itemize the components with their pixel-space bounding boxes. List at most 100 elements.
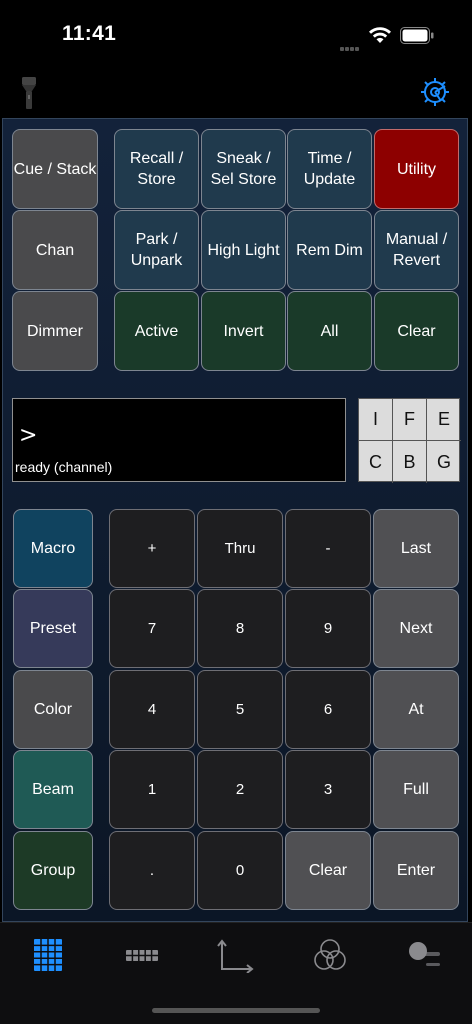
- manual-revert-button[interactable]: Manual / Revert: [374, 210, 459, 290]
- key-8[interactable]: 8: [197, 589, 283, 668]
- command-prompt: >: [19, 423, 38, 448]
- selector-c[interactable]: C: [359, 441, 393, 483]
- plus-key[interactable]: +: [109, 509, 195, 588]
- selector-f[interactable]: F: [393, 399, 427, 441]
- home-indicator: [152, 1008, 320, 1013]
- key-5[interactable]: 5: [197, 670, 283, 749]
- key-6[interactable]: 6: [285, 670, 371, 749]
- clear-key[interactable]: Clear: [285, 831, 371, 910]
- key-0-label: 0: [235, 862, 245, 879]
- rem-dim-label: Rem Dim: [296, 241, 363, 259]
- toggle-icon[interactable]: [404, 937, 444, 973]
- dot-key[interactable]: .: [109, 831, 195, 910]
- toolbar: [0, 70, 472, 116]
- minus-key[interactable]: -: [285, 509, 371, 588]
- color-circles-icon[interactable]: [310, 937, 350, 973]
- chan-button[interactable]: Chan: [12, 210, 98, 290]
- key-2-label: 2: [235, 781, 245, 798]
- wifi-icon: [369, 27, 391, 43]
- command-status: ready (channel): [15, 459, 113, 475]
- utility-button[interactable]: Utility: [374, 129, 459, 209]
- manual-revert-label: Manual / Revert: [385, 231, 448, 269]
- thru-key[interactable]: Thru: [197, 509, 283, 588]
- key-9[interactable]: 9: [285, 589, 371, 668]
- beam-button[interactable]: Beam: [13, 750, 93, 829]
- key-6-label: 6: [323, 701, 333, 718]
- status-time: 11:41: [62, 22, 117, 45]
- flashlight-icon[interactable]: [20, 76, 38, 110]
- clear-selection-label: Clear: [397, 322, 436, 340]
- time-update-button[interactable]: Time / Update: [287, 129, 372, 209]
- preset-label: Preset: [29, 620, 77, 637]
- invert-button[interactable]: Invert: [201, 291, 286, 371]
- cue-stack-label: Cue / Stack: [13, 160, 97, 178]
- minus-label: -: [325, 540, 331, 557]
- recall-store-label: Recall / Store: [129, 150, 184, 188]
- rem-dim-button[interactable]: Rem Dim: [287, 210, 372, 290]
- time-update-label: Time / Update: [303, 150, 356, 188]
- selector-b[interactable]: B: [393, 441, 427, 483]
- full-label: Full: [403, 781, 429, 798]
- sneak-sel-store-button[interactable]: Sneak / Sel Store: [201, 129, 286, 209]
- selector-grid: I F E C B G: [358, 398, 461, 483]
- high-light-label: High Light: [207, 241, 280, 259]
- full-key[interactable]: Full: [373, 750, 459, 829]
- dimmer-button[interactable]: Dimmer: [12, 291, 98, 371]
- utility-label: Utility: [396, 160, 437, 178]
- enter-label: Enter: [396, 862, 436, 879]
- dimmer-label: Dimmer: [27, 322, 83, 340]
- beam-label: Beam: [32, 781, 74, 798]
- macro-label: Macro: [30, 540, 76, 557]
- recall-store-button[interactable]: Recall / Store: [114, 129, 199, 209]
- clear-key-label: Clear: [308, 862, 348, 879]
- grid-icon[interactable]: [28, 937, 68, 973]
- axes-icon[interactable]: [216, 937, 256, 973]
- at-key[interactable]: At: [373, 670, 459, 749]
- key-5-label: 5: [235, 701, 245, 718]
- fader-bank-icon[interactable]: [122, 937, 162, 973]
- park-unpark-label: Park / Unpark: [130, 231, 183, 269]
- key-0[interactable]: 0: [197, 831, 283, 910]
- preset-button[interactable]: Preset: [13, 589, 93, 668]
- key-3-label: 3: [323, 781, 333, 798]
- group-label: Group: [30, 862, 76, 879]
- group-button[interactable]: Group: [13, 831, 93, 910]
- sneak-sel-store-label: Sneak / Sel Store: [210, 150, 277, 188]
- park-unpark-button[interactable]: Park / Unpark: [114, 210, 199, 290]
- key-7-label: 7: [147, 620, 157, 637]
- all-button[interactable]: All: [287, 291, 372, 371]
- key-8-label: 8: [235, 620, 245, 637]
- at-label: At: [408, 701, 424, 718]
- clear-selection-button[interactable]: Clear: [374, 291, 459, 371]
- next-label: Next: [399, 620, 433, 637]
- command-line-display: > ready (channel): [12, 398, 346, 482]
- active-button[interactable]: Active: [114, 291, 199, 371]
- key-1-label: 1: [147, 781, 157, 798]
- key-3[interactable]: 3: [285, 750, 371, 829]
- key-4-label: 4: [147, 701, 157, 718]
- cellular-signal-icon: [340, 38, 362, 51]
- enter-key[interactable]: Enter: [373, 831, 459, 910]
- next-key[interactable]: Next: [373, 589, 459, 668]
- gear-icon[interactable]: [419, 76, 451, 108]
- battery-icon: [400, 27, 434, 44]
- active-label: Active: [134, 322, 179, 340]
- invert-label: Invert: [223, 322, 264, 340]
- thru-label: Thru: [224, 540, 256, 557]
- key-4[interactable]: 4: [109, 670, 195, 749]
- key-2[interactable]: 2: [197, 750, 283, 829]
- color-label: Color: [33, 701, 73, 718]
- selector-g[interactable]: G: [427, 441, 461, 483]
- key-1[interactable]: 1: [109, 750, 195, 829]
- last-key[interactable]: Last: [373, 509, 459, 588]
- selector-e[interactable]: E: [427, 399, 461, 441]
- selector-i[interactable]: I: [359, 399, 393, 441]
- key-7[interactable]: 7: [109, 589, 195, 668]
- cue-stack-button[interactable]: Cue / Stack: [12, 129, 98, 209]
- macro-button[interactable]: Macro: [13, 509, 93, 588]
- high-light-button[interactable]: High Light: [201, 210, 286, 290]
- dot-label: .: [149, 862, 155, 879]
- key-9-label: 9: [323, 620, 333, 637]
- status-bar: 11:41: [0, 0, 472, 70]
- color-button[interactable]: Color: [13, 670, 93, 749]
